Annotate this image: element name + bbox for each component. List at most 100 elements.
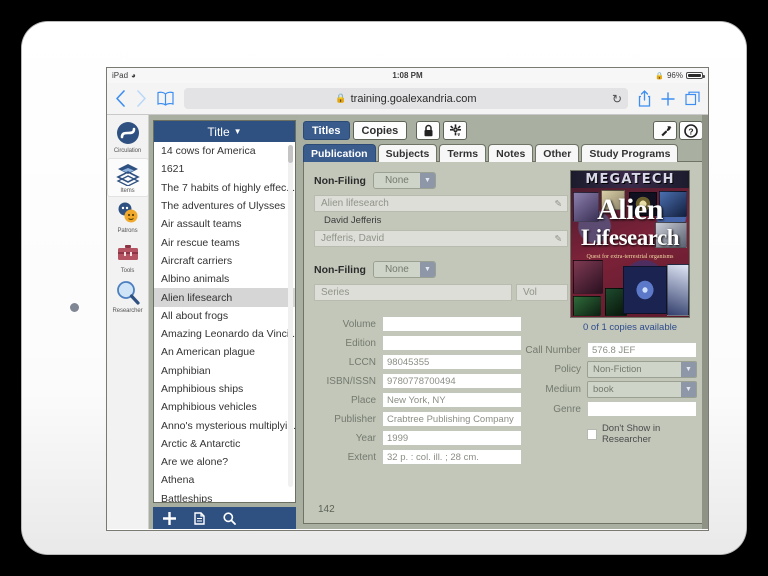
plus-icon[interactable] (661, 92, 675, 106)
list-item[interactable]: Arctic & Antarctic (154, 435, 295, 453)
pencil-icon[interactable]: ✎ (554, 233, 562, 244)
call-number-row: Call Number 576.8 JEF (519, 342, 699, 358)
tab-titles[interactable]: Titles (303, 121, 350, 140)
list-item[interactable]: Amphibious vehicles (154, 398, 295, 416)
gear-settings-icon[interactable] (443, 121, 467, 140)
vol-field-value: Vol (523, 287, 537, 298)
app-scrollbar[interactable] (702, 115, 708, 529)
caret-down-icon: ▼ (420, 262, 435, 277)
list-item[interactable]: Air rescue teams (154, 233, 295, 251)
list-item[interactable]: 14 cows for America (154, 142, 295, 160)
tab-terms[interactable]: Terms (439, 144, 486, 162)
nonfiling-series-value: None (374, 262, 420, 277)
share-icon[interactable] (638, 90, 651, 107)
titles-column: Title ▼ 14 cows for America1621The 7 hab… (149, 115, 299, 529)
genre-row: Genre (519, 401, 699, 417)
medium-label: Medium (519, 384, 587, 395)
medium-select[interactable]: book ▼ (587, 381, 697, 398)
chevron-left-icon[interactable] (115, 90, 126, 107)
list-item[interactable]: Amphibious ships (154, 380, 295, 398)
lccn-label: LCCN (314, 357, 382, 368)
svg-text:?: ? (688, 126, 693, 136)
utility-icons: ? (653, 121, 703, 140)
hide-researcher-checkbox[interactable] (587, 429, 597, 440)
year-field[interactable]: 1999 (382, 430, 522, 446)
pencil-icon[interactable]: ✎ (554, 198, 562, 209)
list-item[interactable]: Albino animals (154, 270, 295, 288)
list-item[interactable]: An American plague (154, 343, 295, 361)
nonfiling-title-label: Non-Filing (314, 175, 366, 187)
tab-copies[interactable]: Copies (353, 121, 408, 140)
add-icon[interactable] (163, 512, 176, 525)
sidebar-item-items[interactable]: Items (107, 158, 149, 197)
extent-field[interactable]: 32 p. : col. ill. ; 28 cm. (382, 449, 522, 465)
place-field[interactable]: New York, NY (382, 392, 522, 408)
book-cover-image[interactable]: MEGATECH (570, 170, 690, 318)
circulation-icon (115, 120, 141, 146)
policy-select[interactable]: Non-Fiction ▼ (587, 361, 697, 378)
title-field[interactable]: Alien lifesearch ✎ (314, 195, 568, 212)
tab-notes[interactable]: Notes (488, 144, 533, 162)
record-section-tabs: PublicationSubjectsTermsNotesOtherStudy … (303, 144, 703, 162)
volume-field[interactable] (382, 316, 522, 332)
tabs-icon[interactable] (685, 91, 700, 106)
hide-researcher-row[interactable]: Don't Show in Researcher (519, 423, 699, 445)
sidebar-item-tools[interactable]: Tools (107, 238, 149, 277)
scrollbar-thumb[interactable] (288, 145, 293, 163)
list-item[interactable]: Battleships (154, 490, 295, 502)
search-icon[interactable] (223, 512, 236, 525)
tab-other[interactable]: Other (535, 144, 579, 162)
sidebar-label-circulation: Circulation (114, 148, 141, 154)
sidebar-item-patrons[interactable]: Patrons (107, 198, 149, 237)
title-field-value: Alien lifesearch (321, 198, 389, 209)
caret-down-icon: ▼ (681, 362, 696, 377)
duplicate-icon[interactable] (194, 512, 205, 525)
sidebar-item-circulation[interactable]: Circulation (107, 118, 149, 157)
list-item[interactable]: The adventures of Ulysses (154, 197, 295, 215)
lccn-field[interactable]: 98045355 (382, 354, 522, 370)
book-icon[interactable] (157, 91, 174, 106)
list-item[interactable]: Amazing Leonardo da Vinci ... (154, 325, 295, 343)
battery-icon (686, 72, 703, 79)
list-item[interactable]: Air assault teams (154, 215, 295, 233)
call-number-field[interactable]: 576.8 JEF (587, 342, 697, 358)
lock-icon[interactable] (416, 121, 440, 140)
cover-series-band: MEGATECH (571, 171, 689, 188)
author-field[interactable]: Jefferis, David ✎ (314, 230, 568, 247)
titles-list-scrollbar[interactable] (288, 145, 293, 487)
titles-list[interactable]: 14 cows for America1621The 7 habits of h… (154, 142, 295, 502)
list-item[interactable]: Alien lifesearch (154, 288, 295, 306)
list-item[interactable]: Anno's mysterious multiplyi... (154, 416, 295, 434)
wrench-icon[interactable] (653, 121, 677, 140)
isbn-issn-field[interactable]: 9780778700494 (382, 373, 522, 389)
cover-section: MEGATECH (570, 170, 690, 333)
list-item[interactable]: Aircraft carriers (154, 252, 295, 270)
tab-subjects[interactable]: Subjects (378, 144, 438, 162)
home-button[interactable] (70, 303, 79, 312)
nonfiling-series-select[interactable]: None ▼ (373, 261, 436, 278)
record-mode-tabs: Titles Copies ? (303, 119, 703, 140)
series-field[interactable]: Series (314, 284, 512, 301)
url-input[interactable]: 🔒 training.goalexandria.com ↻ (184, 88, 628, 109)
volume-short-field[interactable]: Vol (516, 284, 568, 301)
tools-icon (115, 240, 141, 266)
titles-list-header[interactable]: Title ▼ (154, 121, 295, 142)
list-item[interactable]: All about frogs (154, 307, 295, 325)
edition-field[interactable] (382, 335, 522, 351)
tab-publication[interactable]: Publication (303, 144, 376, 162)
list-item[interactable]: 1621 (154, 160, 295, 178)
list-item[interactable]: Are we alone? (154, 453, 295, 471)
url-text: training.goalexandria.com (351, 93, 477, 105)
list-item[interactable]: Athena (154, 471, 295, 489)
help-icon[interactable]: ? (679, 121, 703, 140)
sidebar-item-researcher[interactable]: Researcher (107, 278, 149, 317)
titles-panel: Title ▼ 14 cows for America1621The 7 hab… (153, 120, 296, 503)
reload-icon[interactable]: ↻ (612, 92, 622, 106)
sidebar-label-items: Items (120, 188, 134, 194)
publisher-field[interactable]: Crabtree Publishing Company (382, 411, 522, 427)
list-item[interactable]: The 7 habits of highly effec... (154, 179, 295, 197)
genre-field[interactable] (587, 401, 697, 417)
tab-study-programs[interactable]: Study Programs (581, 144, 678, 162)
nonfiling-title-select[interactable]: None ▼ (373, 172, 436, 189)
list-item[interactable]: Amphibian (154, 362, 295, 380)
